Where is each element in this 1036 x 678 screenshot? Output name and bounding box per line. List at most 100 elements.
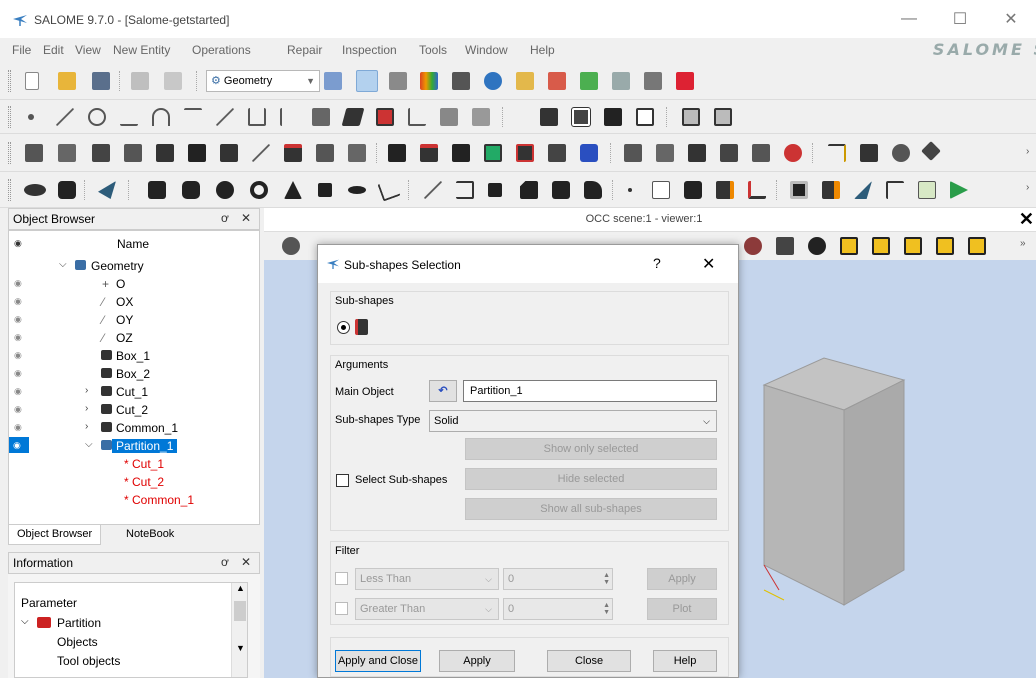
cut-icon[interactable] xyxy=(604,108,622,126)
plane-primitive-icon[interactable] xyxy=(377,178,401,202)
eye-icon[interactable]: ◉ xyxy=(14,422,24,432)
location-icon[interactable] xyxy=(92,144,110,162)
explode-icon[interactable] xyxy=(348,144,366,162)
apply-and-close-button[interactable]: Apply and Close xyxy=(335,650,421,672)
get-in-place-icon[interactable] xyxy=(548,144,566,162)
toolbar-overflow-icon[interactable]: › xyxy=(1026,182,1029,193)
multi-translation-icon[interactable] xyxy=(284,144,302,162)
sewing-icon[interactable] xyxy=(624,144,642,162)
tab-object-browser[interactable]: Object Browser xyxy=(8,525,102,545)
plane-icon[interactable] xyxy=(248,108,266,126)
maximize-button[interactable]: ☐ xyxy=(945,7,975,31)
close-window-button[interactable]: ✕ xyxy=(996,7,1026,31)
menu-view[interactable]: View xyxy=(75,43,101,57)
inertia-icon[interactable] xyxy=(822,181,840,199)
menu-tools[interactable]: Tools xyxy=(419,43,447,57)
vertex-explode-icon[interactable] xyxy=(628,188,632,192)
chevron-down-icon[interactable]: ⌵ xyxy=(85,439,93,450)
adao-module-icon[interactable] xyxy=(676,72,694,90)
eye-icon[interactable]: ◉ xyxy=(14,278,24,288)
chevron-right-icon[interactable]: › xyxy=(85,421,88,432)
scroll-up-icon[interactable]: ▲ xyxy=(236,583,245,593)
line-icon[interactable] xyxy=(56,108,74,126)
float-panel-icon[interactable]: ơ xyxy=(221,211,229,225)
tree-item-ref-cut1[interactable]: * Cut_1 xyxy=(9,455,259,473)
zoom-icon[interactable] xyxy=(808,237,826,255)
disk-icon[interactable] xyxy=(24,184,46,196)
close-viewer-icon[interactable]: ✕ xyxy=(1019,209,1034,230)
translation-icon[interactable] xyxy=(25,144,43,162)
tree-item-oz[interactable]: ◉ ⁄ OZ xyxy=(9,329,259,347)
menu-repair[interactable]: Repair xyxy=(287,43,322,57)
limit-tolerance-icon[interactable] xyxy=(752,144,770,162)
greater-than-checkbox[interactable] xyxy=(335,602,348,615)
common-icon[interactable] xyxy=(571,107,591,127)
ellipse-primitive-icon[interactable] xyxy=(348,186,366,194)
projection-icon[interactable] xyxy=(220,144,238,162)
fuse-icon[interactable] xyxy=(540,108,558,126)
apply-filter-button[interactable]: Apply xyxy=(647,568,717,590)
greater-than-spinbox[interactable]: 0 ▲ ▼ xyxy=(503,598,613,620)
yacs-module-icon[interactable] xyxy=(452,72,470,90)
rectangle-icon[interactable] xyxy=(318,183,332,197)
tab-notebook[interactable]: NoteBook xyxy=(118,525,182,545)
polyline-icon[interactable] xyxy=(440,108,458,126)
tree-item-box1[interactable]: ◉ Box_1 xyxy=(9,347,259,365)
tree-item-ref-cut2[interactable]: * Cut_2 xyxy=(9,473,259,491)
main-object-field[interactable]: Partition_1 xyxy=(463,380,717,402)
close-panel-icon[interactable]: ✕ xyxy=(241,555,251,569)
tree-item-oy[interactable]: ◉ ⁄ OY xyxy=(9,311,259,329)
extension-icon[interactable] xyxy=(252,144,270,162)
group-edit-icon[interactable] xyxy=(716,181,734,199)
tree-item-ox[interactable]: ◉ ⁄ OX xyxy=(9,293,259,311)
menu-new-entity[interactable]: New Entity xyxy=(113,43,170,57)
circle-icon[interactable] xyxy=(88,108,106,126)
jobmanager-module-icon[interactable] xyxy=(644,72,662,90)
plot-button[interactable]: Plot xyxy=(647,598,717,620)
back-view-icon[interactable] xyxy=(872,237,890,255)
toolbar-grip[interactable] xyxy=(8,142,11,164)
partition-icon[interactable] xyxy=(388,144,406,162)
less-than-checkbox[interactable] xyxy=(335,572,348,585)
viewer-window-2-icon[interactable] xyxy=(714,108,732,126)
less-than-spinbox[interactable]: 0 ▲ ▼ xyxy=(503,568,613,590)
subshapes-type-select[interactable]: Solid ⌵ xyxy=(429,410,717,432)
eye-icon[interactable]: ◉ xyxy=(14,368,24,378)
float-panel-icon[interactable]: ơ xyxy=(221,555,229,569)
eye-icon[interactable]: ◉ xyxy=(14,386,24,396)
spin-arrows-icon[interactable]: ▲ ▼ xyxy=(603,572,610,586)
eye-icon[interactable]: ◉ xyxy=(14,296,24,306)
tree-item-cut1[interactable]: ◉ › Cut_1 xyxy=(9,383,259,401)
gear-module-icon[interactable] xyxy=(356,70,378,92)
ellipse-icon[interactable] xyxy=(120,108,138,126)
help-button[interactable]: Help xyxy=(653,650,717,672)
dialog-title-bar[interactable]: Sub-shapes Selection ? ✕ xyxy=(318,245,738,283)
dimension-icon[interactable] xyxy=(886,181,904,199)
new-document-icon[interactable] xyxy=(25,72,39,90)
chevron-down-icon[interactable]: ⌵ xyxy=(59,259,67,270)
compound-icon[interactable] xyxy=(552,181,570,199)
tree-item-box2[interactable]: ◉ Box_2 xyxy=(9,365,259,383)
menu-window[interactable]: Window xyxy=(465,43,508,57)
menu-help[interactable]: Help xyxy=(530,43,555,57)
paravis-module-icon[interactable] xyxy=(484,72,502,90)
lcs-icon[interactable] xyxy=(280,108,298,126)
fillet-icon[interactable] xyxy=(484,144,502,162)
sphere-icon[interactable] xyxy=(216,181,234,199)
edge-icon[interactable] xyxy=(456,181,474,199)
rotation-icon[interactable] xyxy=(58,144,76,162)
menu-operations[interactable]: Operations xyxy=(192,43,251,57)
save-icon[interactable] xyxy=(92,72,110,90)
bounding-box-icon[interactable] xyxy=(790,181,808,199)
face-icon[interactable] xyxy=(98,181,116,199)
apply-button[interactable]: Apply xyxy=(439,650,515,672)
archimede-icon[interactable] xyxy=(420,144,438,162)
hide-selected-button[interactable]: Hide selected xyxy=(465,468,717,490)
geometry-module-icon[interactable] xyxy=(324,72,342,90)
eye-icon[interactable]: ◉ xyxy=(14,404,24,414)
wire-icon[interactable] xyxy=(424,181,442,199)
close-button[interactable]: Close xyxy=(547,650,631,672)
multi-rotation-icon[interactable] xyxy=(316,144,334,162)
front-view-icon[interactable] xyxy=(840,237,858,255)
greater-than-select[interactable]: Greater Than ⌵ xyxy=(355,598,499,620)
